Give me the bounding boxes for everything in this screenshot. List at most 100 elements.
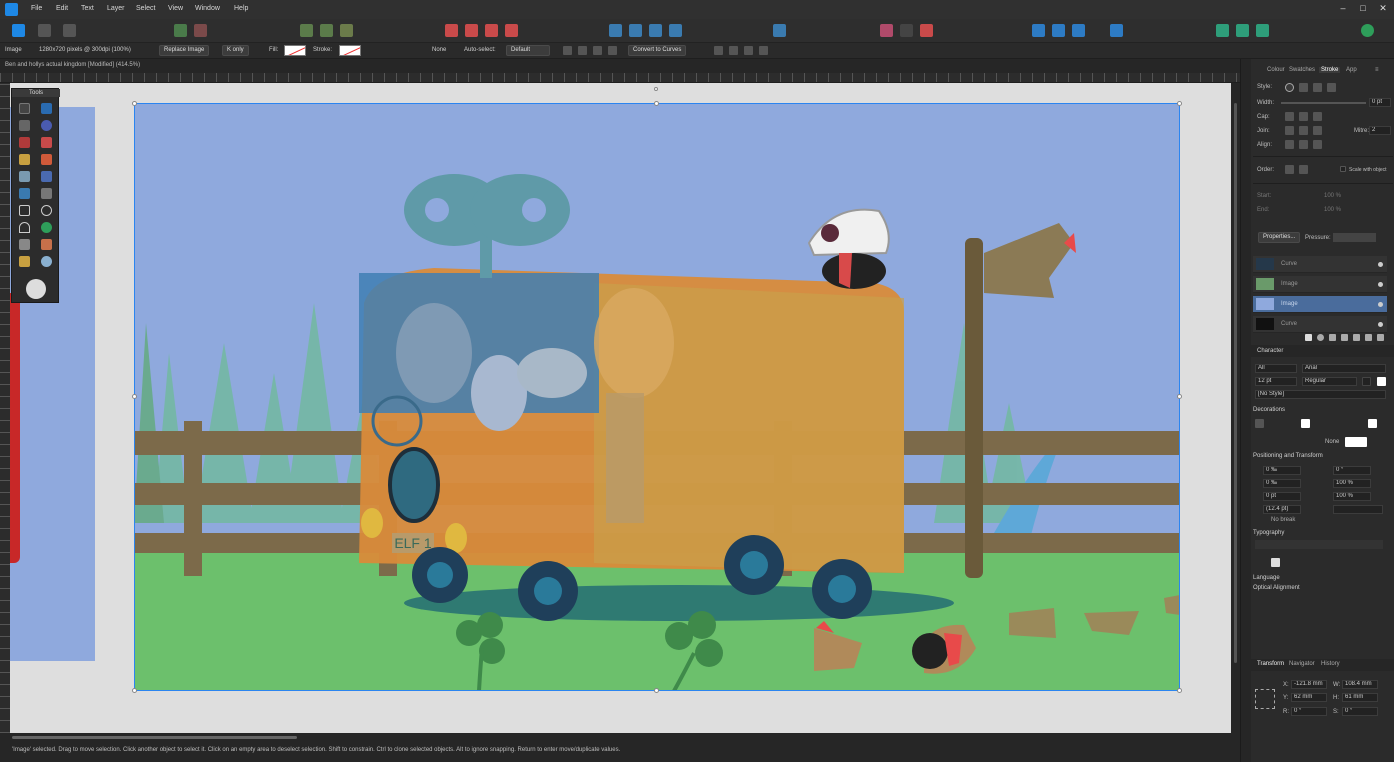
layer-row[interactable]: Curve [1253, 316, 1387, 333]
resize-handle-tl[interactable] [132, 101, 137, 106]
horizontal-scroll-thumb[interactable] [12, 736, 297, 739]
add-layer-icon[interactable] [1353, 334, 1360, 341]
rotation-transform-input[interactable]: 0 ° [1291, 707, 1327, 716]
menu-window[interactable]: Window [195, 5, 220, 12]
group-icon[interactable] [1341, 334, 1348, 341]
layer-row[interactable]: Image [1253, 276, 1387, 293]
stroke-width-slider[interactable] [1281, 102, 1366, 104]
tab-colour[interactable]: Colour [1267, 67, 1285, 73]
bevel-join-icon[interactable] [1313, 126, 1322, 135]
optical-alignment-title[interactable]: Optical Alignment [1253, 585, 1300, 591]
pencil-tool-icon[interactable] [19, 154, 30, 165]
visibility-icon[interactable] [1378, 282, 1383, 287]
align-icon[interactable] [340, 24, 353, 37]
transparency-tool-icon[interactable] [41, 171, 52, 182]
decoration-color-swatch-2[interactable] [1345, 437, 1367, 447]
layer-row[interactable]: Curve [1253, 256, 1387, 273]
pen-tool-icon[interactable] [41, 137, 52, 148]
tab-swatches[interactable]: Swatches [1289, 67, 1315, 73]
corner-tool-icon[interactable] [19, 137, 30, 148]
artistic-text-tool-icon[interactable] [19, 239, 30, 250]
no-stroke-icon[interactable] [1285, 83, 1294, 92]
crop-icon[interactable] [593, 46, 602, 55]
artboard-tool-icon[interactable] [41, 103, 52, 114]
transform-origin-icon[interactable] [563, 46, 572, 55]
decoration-none-icon[interactable] [1255, 419, 1264, 428]
mitre-input[interactable]: 2 [1369, 126, 1391, 135]
visibility-icon[interactable] [1378, 322, 1383, 327]
visibility-icon[interactable] [1378, 262, 1383, 267]
scale-with-object-checkbox[interactable] [1340, 166, 1346, 172]
paragraph-style-dropdown[interactable]: [No Style] [1255, 390, 1386, 399]
font-family-dropdown[interactable]: Arial [1302, 364, 1386, 373]
maximize-icon[interactable]: □ [1358, 3, 1368, 13]
decoration-color-swatch[interactable] [1368, 419, 1377, 428]
start-arrow-scale[interactable]: 100 % [1324, 193, 1341, 199]
align-left-icon[interactable] [714, 46, 723, 55]
vertical-ruler[interactable] [0, 83, 10, 733]
menu-view[interactable]: View [168, 5, 183, 12]
vertical-scroll-thumb[interactable] [1234, 103, 1237, 663]
color-picker-tool-icon[interactable] [41, 239, 52, 250]
decoration-swatch[interactable] [1301, 419, 1310, 428]
convert-to-curves-button[interactable]: Convert to Curves [628, 45, 687, 56]
horizontal-ruler[interactable] [0, 73, 1240, 83]
insert-inside-icon[interactable] [920, 24, 933, 37]
resize-handle-bl[interactable] [132, 688, 137, 693]
delete-layer-icon[interactable] [1377, 334, 1384, 341]
vector-brush-tool-icon[interactable] [41, 154, 52, 165]
horizontal-scrollbar[interactable] [0, 733, 1240, 742]
insert-target-icon[interactable] [880, 24, 893, 37]
align-inside-stroke-icon[interactable] [1299, 140, 1308, 149]
account-icon[interactable] [1361, 24, 1374, 37]
point-transform-tool-icon[interactable] [41, 120, 52, 131]
typography-title[interactable]: Typography [1253, 530, 1284, 536]
tab-navigator[interactable]: Navigator [1289, 661, 1315, 667]
insert-behind-icon[interactable] [900, 24, 913, 37]
resize-handle-br[interactable] [1177, 688, 1182, 693]
flip-horizontal-icon[interactable] [609, 24, 622, 37]
flip-vertical-icon[interactable] [629, 24, 642, 37]
add-pixel-layer-icon[interactable] [1365, 334, 1372, 341]
shear-input[interactable]: 0 ° [1342, 707, 1378, 716]
stroke-front-icon[interactable] [1299, 165, 1308, 174]
resize-handle-l[interactable] [132, 394, 137, 399]
resize-handle-tr[interactable] [1177, 101, 1182, 106]
text-stroke-swatch[interactable] [1377, 377, 1386, 386]
visibility-icon[interactable] [1378, 302, 1383, 307]
snapping-icon[interactable] [174, 24, 187, 37]
pressure-graph[interactable] [1333, 233, 1376, 242]
butt-cap-icon[interactable] [1285, 112, 1294, 121]
end-arrow-scale[interactable]: 100 % [1324, 207, 1341, 213]
assistant-icon[interactable] [1216, 24, 1229, 37]
font-collection-dropdown[interactable]: All [1255, 364, 1297, 373]
document-tab[interactable]: Ben and hollys actual kingdom [Modified]… [0, 59, 1240, 73]
resize-handle-b[interactable] [654, 688, 659, 693]
image-info-dropdown[interactable]: 1280x720 pixels @ 300dpi (100%) [39, 47, 131, 53]
align-right-icon[interactable] [744, 46, 753, 55]
move-to-front-icon[interactable] [1110, 24, 1123, 37]
mask-icon[interactable] [608, 46, 617, 55]
move-forward-icon[interactable] [1072, 24, 1085, 37]
x-input[interactable]: -121.8 mm [1291, 680, 1327, 689]
kerning-input[interactable]: 0 ‰ [1263, 479, 1301, 488]
align-center-stroke-icon[interactable] [1285, 140, 1294, 149]
fill-swatch[interactable] [284, 45, 306, 56]
tab-app[interactable]: App [1346, 67, 1357, 73]
move-back-icon[interactable] [1052, 24, 1065, 37]
stroke-swatch[interactable] [339, 45, 361, 56]
isolate-icon[interactable] [300, 24, 313, 37]
stroke-width-input[interactable]: 0 pt [1369, 98, 1391, 107]
auto-select-dropdown[interactable]: Default [506, 45, 550, 56]
text-fill-swatch[interactable] [1362, 377, 1371, 386]
zoom-tool-icon[interactable] [41, 256, 52, 267]
rectangle-tool-icon[interactable] [19, 205, 30, 216]
boolean-intersect-icon[interactable] [485, 24, 498, 37]
boolean-add-icon[interactable] [445, 24, 458, 37]
adjustment-icon[interactable] [1317, 334, 1324, 341]
vertical-scrollbar[interactable] [1231, 83, 1240, 733]
live-filter-icon[interactable] [1329, 334, 1336, 341]
typography-options[interactable] [1255, 540, 1383, 549]
snapping-settings-icon[interactable] [194, 24, 207, 37]
boolean-divide-icon[interactable] [505, 24, 518, 37]
